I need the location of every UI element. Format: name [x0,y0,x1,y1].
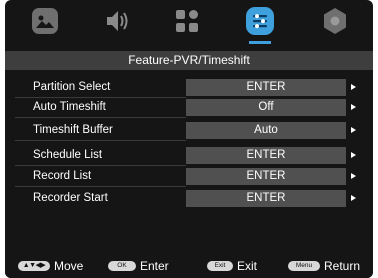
menu-value[interactable]: ENTER [186,147,346,164]
menu-label: Timeshift Buffer [33,124,113,136]
picture-icon[interactable] [30,6,60,36]
exit-key-icon: Exit [207,260,233,271]
row-divider [15,165,186,166]
right-arrow-icon [351,104,356,110]
right-arrow-icon [351,152,356,158]
lock-icon[interactable] [320,6,350,36]
channel-grid-icon[interactable] [172,6,202,36]
menu-value[interactable]: Auto [186,122,346,139]
menu-row-schedule-list[interactable]: Schedule List ENTER [5,146,373,166]
hint-move-label: Move [54,259,84,273]
menu-key-icon: Menu [288,260,320,271]
right-arrow-icon [351,173,356,179]
hint-exit: Exit Exit [207,259,257,273]
category-icon-bar [5,0,373,46]
hint-move: ▲▼◀▶ Move [18,259,83,273]
right-arrow-icon [351,127,356,133]
row-divider [15,117,186,118]
menu-label: Record List [33,170,92,182]
menu-row-partition-select[interactable]: Partition Select ENTER [5,78,373,98]
hint-return: Menu Return [288,259,360,273]
hint-return-label: Return [324,259,361,273]
right-arrow-icon [351,84,356,90]
sound-icon[interactable] [102,6,132,36]
menu-value[interactable]: ENTER [186,79,346,96]
menu-value[interactable]: ENTER [186,168,346,185]
hint-enter-label: Enter [140,259,169,273]
active-tab-indicator [249,41,271,44]
menu-value[interactable]: ENTER [186,190,346,207]
row-divider [15,186,186,187]
menu-label: Recorder Start [33,192,108,204]
menu-value[interactable]: Off [186,99,346,116]
row-divider [15,140,186,141]
hint-exit-label: Exit [237,259,258,273]
osd-menu: Feature-PVR/Timeshift Partition Select E… [5,0,373,278]
menu-label: Partition Select [33,81,111,93]
footer-hints: ▲▼◀▶ Move OK Enter Exit Exit Menu Return [5,254,373,278]
menu-row-timeshift-buffer[interactable]: Timeshift Buffer Auto [5,121,373,141]
feature-icon[interactable] [245,6,275,36]
menu-row-recorder-start[interactable]: Recorder Start ENTER [5,189,373,208]
page-title: Feature-PVR/Timeshift [5,51,373,70]
hint-enter: OK Enter [108,259,169,273]
menu-row-record-list[interactable]: Record List ENTER [5,167,373,187]
menu-label: Auto Timeshift [33,101,106,113]
menu-row-auto-timeshift[interactable]: Auto Timeshift Off [5,98,373,118]
right-arrow-icon [351,195,356,201]
nav-keys-icon: ▲▼◀▶ [18,260,50,271]
menu-label: Schedule List [33,149,103,161]
ok-key-icon: OK [108,260,136,271]
